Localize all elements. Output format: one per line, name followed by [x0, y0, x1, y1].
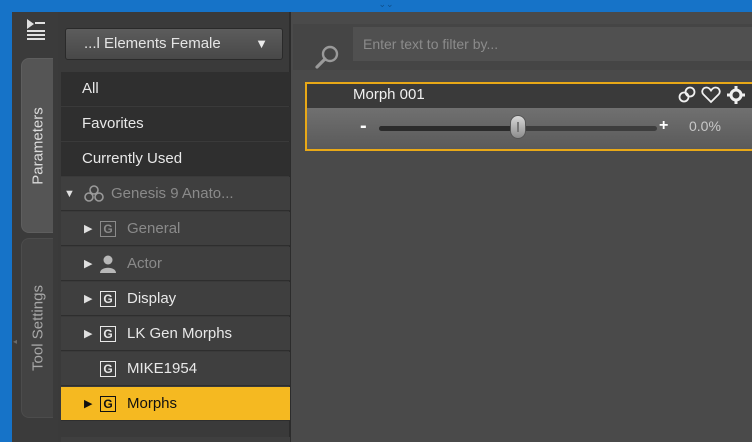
group-icon: G [100, 326, 116, 342]
favorite-heart-icon[interactable] [701, 86, 722, 104]
morph-header: Morph 001 [307, 84, 752, 108]
expand-arrow-icon[interactable]: ▶ [84, 387, 92, 421]
tree-item-label: Actor [127, 255, 163, 272]
group-icon: G [100, 221, 116, 237]
tree-item-lk-gen-morphs[interactable]: ▶ G LK Gen Morphs [61, 317, 290, 351]
figure-icon [84, 185, 104, 202]
tree-item-display[interactable]: ▶ G Display [61, 282, 290, 316]
filter-currently-used-label: Currently Used [82, 150, 183, 167]
actor-icon [100, 255, 116, 273]
link-icon[interactable] [677, 86, 697, 104]
filter-favorites-label: Favorites [82, 115, 144, 132]
preset-dropdown[interactable]: ...l Elements Female ▼ [65, 28, 283, 60]
filter-currently-used[interactable]: Currently Used [61, 142, 290, 176]
tree-root-genesis[interactable]: ▼ Genesis 9 Anato... [61, 177, 290, 211]
chevron-down-icon: ▼ [255, 36, 268, 51]
morph-icon-group [677, 86, 746, 104]
tab-tool-settings[interactable]: Tool Settings [21, 238, 53, 418]
filter-all[interactable]: All [61, 72, 290, 106]
pane-menu-icon [27, 19, 45, 40]
expand-arrow-icon[interactable]: ▶ [84, 282, 92, 316]
morph-name: Morph 001 [353, 86, 425, 103]
expand-arrow-icon[interactable]: ▶ [84, 247, 92, 281]
tab-parameters[interactable]: Parameters [21, 58, 53, 233]
expand-arrow-icon[interactable]: ▼ [64, 177, 75, 211]
group-icon: G [100, 361, 116, 377]
parameter-list-panel: Morph 001 [293, 12, 752, 442]
tree-item-label: MIKE1954 [127, 360, 198, 377]
filter-all-label: All [82, 80, 99, 97]
tree-item-general[interactable]: ▶ G General [61, 212, 290, 246]
filter-input[interactable] [353, 27, 752, 61]
collapse-handle-icon[interactable]: ◂ [13, 322, 20, 362]
tree-root-label: Genesis 9 Anato... [111, 185, 234, 202]
tree-item-morphs[interactable]: ▶ G Morphs [61, 387, 290, 421]
expand-arrow-icon[interactable]: ▶ [84, 317, 92, 351]
filter-favorites[interactable]: Favorites [61, 107, 290, 141]
tab-parameters-label: Parameters [29, 106, 46, 185]
tree-item-mike1954[interactable]: G MIKE1954 [61, 352, 290, 386]
expand-arrow-icon[interactable]: ▶ [84, 212, 92, 246]
tree-item-label: LK Gen Morphs [127, 325, 233, 342]
increment-button[interactable]: + [659, 112, 668, 140]
gear-icon[interactable] [726, 86, 746, 104]
pane-menu-button[interactable] [22, 16, 48, 42]
group-icon: G [100, 291, 116, 307]
tree-item-actor[interactable]: ▶ Actor [61, 247, 290, 281]
panel-grip-icon[interactable]: ⌄⌄ [376, 0, 396, 9]
tree-item-label: General [127, 220, 181, 237]
morph-parameter-card[interactable]: Morph 001 - + 0.0% [305, 82, 752, 151]
group-icon: G [100, 396, 116, 412]
tree-item-label: Morphs [127, 395, 178, 412]
morph-slider-row: - + 0.0% [307, 108, 752, 149]
window-frame-left [0, 0, 12, 442]
morph-value[interactable]: 0.0% [689, 112, 721, 140]
preset-dropdown-label: ...l Elements Female [84, 35, 221, 52]
tab-tool-settings-label: Tool Settings [29, 285, 46, 371]
morph-slider-thumb[interactable] [510, 115, 526, 139]
decrement-button[interactable]: - [360, 112, 367, 140]
list-empty-area [61, 437, 290, 442]
search-icon[interactable] [313, 44, 341, 72]
property-group-panel: ...l Elements Female ▼ All Favorites Cur… [58, 12, 291, 442]
tree-item-label: Display [127, 290, 177, 307]
morph-slider-fill [379, 126, 518, 131]
